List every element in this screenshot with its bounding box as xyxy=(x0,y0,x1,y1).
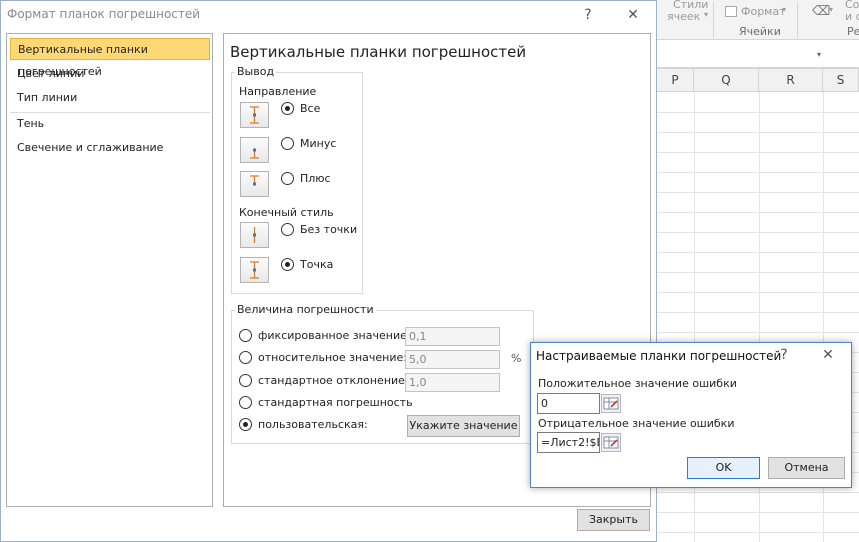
grid-row-line xyxy=(657,132,859,133)
help-button[interactable]: ? xyxy=(771,345,797,365)
error-bar-minus-icon[interactable] xyxy=(240,137,269,163)
close-button[interactable]: Закрыть xyxy=(577,509,650,531)
negative-value-input[interactable]: =Лист2!$B xyxy=(537,432,600,453)
grid-row-line xyxy=(657,212,859,213)
grid-row-line xyxy=(657,532,859,533)
radio-end-style-cap[interactable] xyxy=(281,258,294,271)
percentage-label[interactable]: относительное значение: xyxy=(258,351,407,364)
styles-button-label-2[interactable]: ячеек xyxy=(667,10,700,23)
radio-direction-plus[interactable] xyxy=(281,172,294,185)
ribbon-divider xyxy=(797,2,798,38)
grid-row-line xyxy=(657,192,859,193)
radio-custom[interactable] xyxy=(239,418,252,431)
radio-direction-both[interactable] xyxy=(281,102,294,115)
panel-heading: Вертикальные планки погрешностей xyxy=(230,43,527,61)
specify-value-button[interactable]: Укажите значение xyxy=(407,415,520,437)
radio-standard-error[interactable] xyxy=(239,396,252,409)
direction-both-label[interactable]: Все xyxy=(300,102,320,115)
column-header-r[interactable]: R xyxy=(759,68,823,92)
eraser-icon[interactable]: ⌫ xyxy=(812,4,830,19)
help-button[interactable]: ? xyxy=(575,5,601,25)
custom-label[interactable]: пользовательская: xyxy=(258,418,368,431)
grid-row-line xyxy=(657,252,859,253)
nav-item-line-style[interactable]: Тип линии xyxy=(10,87,210,109)
error-bar-plus-icon[interactable] xyxy=(240,171,269,197)
format-button[interactable]: Формат xyxy=(741,5,786,18)
output-group-label: Вывод xyxy=(235,65,277,78)
grid-row-line xyxy=(657,492,859,493)
radio-standard-deviation[interactable] xyxy=(239,374,252,387)
grid-row-line xyxy=(657,112,859,113)
nav-item-glow-soft-edges[interactable]: Свечение и сглаживание xyxy=(10,137,210,159)
error-bar-both-icon[interactable] xyxy=(240,102,269,128)
percentage-input[interactable]: 5,0 xyxy=(405,350,500,369)
category-nav: Вертикальные планки погрешностей Цвет ли… xyxy=(6,33,213,507)
error-amount-group-label: Величина погрешности xyxy=(235,303,376,316)
excel-ribbon: Стили ячеек ▾ Формат ▾ Ячейки ⌫ ▾ Со и с… xyxy=(657,0,859,40)
standard-error-label[interactable]: стандартная погрешность xyxy=(258,396,413,409)
expand-formula-icon[interactable]: ▾ xyxy=(817,50,821,59)
positive-value-input[interactable]: 0 xyxy=(537,393,600,414)
nav-item-shadow[interactable]: Тень xyxy=(10,113,210,135)
range-select-icon[interactable] xyxy=(601,394,621,413)
negative-value-label: Отрицательное значение ошибки xyxy=(538,417,735,430)
end-style-no-cap-label[interactable]: Без точки xyxy=(300,223,357,236)
radio-fixed-value[interactable] xyxy=(239,329,252,342)
error-bar-cap-icon[interactable] xyxy=(240,257,269,283)
percent-unit: % xyxy=(511,352,522,365)
grid-row-line xyxy=(657,152,859,153)
radio-end-style-no-cap[interactable] xyxy=(281,223,294,236)
direction-label: Направление xyxy=(239,85,317,98)
fixed-value-input[interactable]: 0,1 xyxy=(405,327,500,346)
grid-row-line xyxy=(657,292,859,293)
nav-item-line-color[interactable]: Цвет линии xyxy=(10,63,210,85)
cancel-button[interactable]: Отмена xyxy=(768,457,845,479)
dialog-title: Формат планок погрешностей xyxy=(7,7,201,21)
error-bar-no-cap-icon[interactable] xyxy=(240,222,269,248)
column-header-s[interactable]: S xyxy=(823,68,859,92)
end-style-cap-label[interactable]: Точка xyxy=(300,258,333,271)
end-style-label: Конечный стиль xyxy=(239,206,334,219)
custom-error-bars-dialog: Настраиваемые планки погрешностей ? ✕ По… xyxy=(530,342,852,488)
ribbon-cut-text-3: Ре xyxy=(847,25,859,38)
close-icon[interactable]: ✕ xyxy=(620,5,646,25)
positive-value-label: Положительное значение ошибки xyxy=(538,377,737,390)
radio-direction-minus[interactable] xyxy=(281,137,294,150)
fixed-value-label[interactable]: фиксированное значение: xyxy=(258,329,411,342)
standard-deviation-label[interactable]: стандартное отклонение: xyxy=(258,374,409,387)
range-select-icon[interactable] xyxy=(601,433,621,452)
radio-percentage[interactable] xyxy=(239,351,252,364)
column-header-p[interactable]: P xyxy=(657,68,694,92)
grid-row-line xyxy=(657,332,859,333)
chevron-down-icon: ▾ xyxy=(782,5,787,14)
ok-button[interactable]: OK xyxy=(687,457,760,479)
direction-minus-label[interactable]: Минус xyxy=(300,137,336,150)
formula-bar[interactable]: ▾ xyxy=(657,40,859,68)
cells-group-label: Ячейки xyxy=(739,25,781,38)
dialog-titlebar[interactable]: Формат планок погрешностей ? ✕ xyxy=(1,1,656,29)
grid-row-line xyxy=(657,172,859,173)
chevron-down-icon: ▾ xyxy=(704,10,709,19)
close-icon[interactable]: ✕ xyxy=(815,345,841,365)
grid-row-line xyxy=(657,232,859,233)
standard-deviation-input[interactable]: 1,0 xyxy=(405,373,500,392)
ribbon-divider xyxy=(713,2,714,38)
chevron-down-icon: ▾ xyxy=(829,5,834,14)
ribbon-cut-text-2: и с xyxy=(845,10,859,23)
grid-row-line xyxy=(657,312,859,313)
grid-row-line xyxy=(657,512,859,513)
custom-dialog-title: Настраиваемые планки погрешностей xyxy=(536,349,782,363)
grid-row-line xyxy=(657,272,859,273)
format-icon xyxy=(725,6,737,17)
direction-plus-label[interactable]: Плюс xyxy=(300,172,331,185)
column-header-q[interactable]: Q xyxy=(694,68,759,92)
nav-item-vertical-error-bars[interactable]: Вертикальные планки погрешностей xyxy=(10,38,210,78)
